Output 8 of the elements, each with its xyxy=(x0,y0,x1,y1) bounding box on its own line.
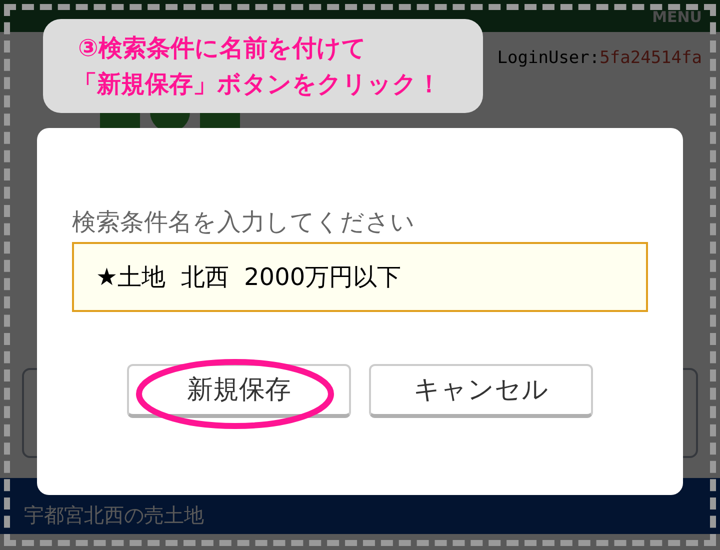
login-label: LoginUser: xyxy=(497,47,600,70)
login-user: 5fa24514fa xyxy=(600,47,702,70)
section-title: 宇都宮北西の売土地 xyxy=(24,502,204,528)
dialog-button[interactable]: キャンセル xyxy=(369,364,593,418)
annotation-text: 「新規保存」ボタンをクリック！ xyxy=(73,69,442,100)
dialog-label: 検索条件名を入力してください xyxy=(72,207,416,238)
annotation-text: ③検索条件に名前を付けて xyxy=(77,33,368,64)
condition-name-field[interactable]: ★土地 北西 2000万円以下 xyxy=(72,242,648,312)
